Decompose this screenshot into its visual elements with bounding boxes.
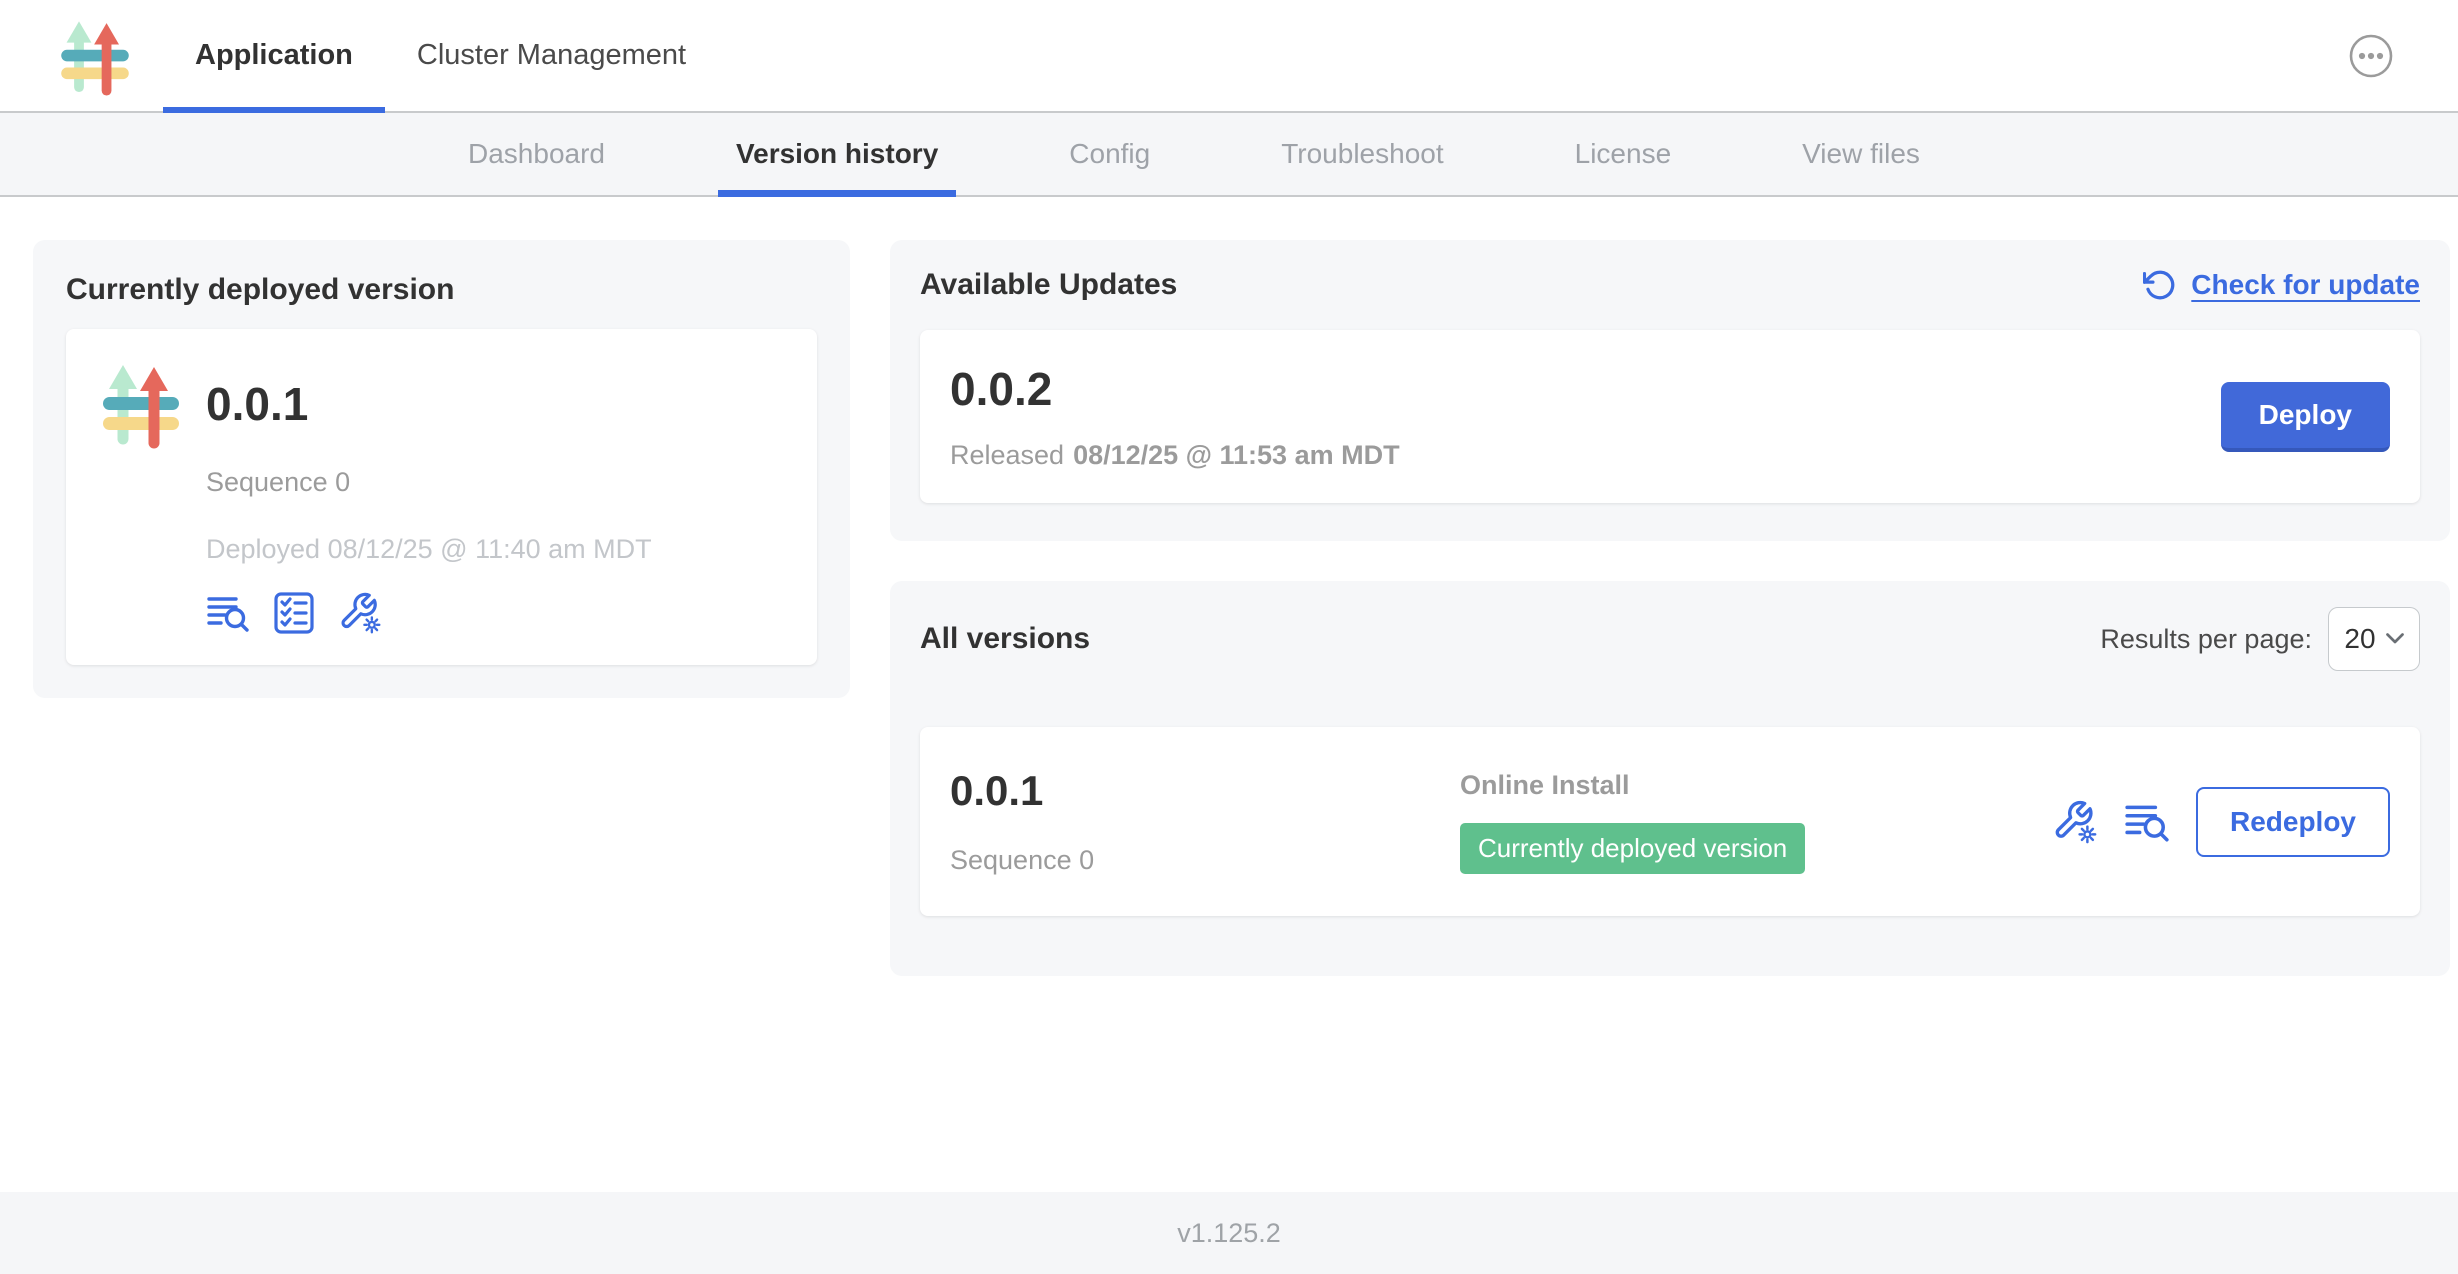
- tab-application[interactable]: Application: [163, 0, 385, 111]
- available-updates-section: Available Updates Check for update 0.0.2: [890, 240, 2450, 541]
- row-install-type: Online Install: [1460, 770, 2052, 801]
- available-updates-title: Available Updates: [920, 268, 1177, 302]
- subnav-version-history[interactable]: Version history: [718, 113, 956, 195]
- check-for-update-link[interactable]: Check for update: [2143, 268, 2420, 302]
- release-notes-icon[interactable]: [206, 591, 250, 635]
- subnav-config[interactable]: Config: [1051, 113, 1168, 195]
- currently-deployed-badge: Currently deployed version: [1460, 823, 1805, 874]
- results-per-page-label: Results per page:: [2100, 624, 2312, 655]
- app-footer: v1.125.2: [0, 1192, 2458, 1274]
- deployed-card-title: Currently deployed version: [66, 273, 817, 307]
- tab-cluster-management[interactable]: Cluster Management: [385, 0, 718, 111]
- app-header: Application Cluster Management: [0, 0, 2458, 113]
- deployed-version-number: 0.0.1: [206, 377, 308, 431]
- deployed-sequence: Sequence 0: [206, 467, 787, 498]
- top-tabs: Application Cluster Management: [163, 0, 718, 111]
- row-version-number: 0.0.1: [950, 767, 1460, 815]
- deploy-button[interactable]: Deploy: [2221, 382, 2390, 452]
- chevron-down-icon: [2386, 633, 2404, 645]
- subnav-dashboard[interactable]: Dashboard: [450, 113, 623, 195]
- subnav-license[interactable]: License: [1557, 113, 1690, 195]
- update-released-timestamp: Released 08/12/25 @ 11:53 am MDT: [950, 440, 1400, 471]
- version-row: 0.0.1 Sequence 0 Online Install Currentl…: [920, 727, 2420, 916]
- main-content: Currently deployed version 0.0.1: [0, 197, 2458, 1192]
- app-logo-icon: [96, 359, 186, 635]
- app-subnav: Dashboard Version history Config Trouble…: [0, 113, 2458, 197]
- ellipsis-menu-icon[interactable]: [2348, 33, 2394, 79]
- deployed-timestamp: Deployed 08/12/25 @ 11:40 am MDT: [206, 534, 787, 565]
- preflight-checks-icon[interactable]: [272, 591, 316, 635]
- update-row: 0.0.2 Released 08/12/25 @ 11:53 am MDT D…: [920, 330, 2420, 503]
- subnav-troubleshoot[interactable]: Troubleshoot: [1263, 113, 1461, 195]
- row-sequence: Sequence 0: [950, 845, 1460, 876]
- deployed-version-card: 0.0.1 Sequence 0 Deployed 08/12/25 @ 11:…: [66, 329, 817, 665]
- release-notes-icon[interactable]: [2124, 799, 2170, 845]
- console-version: v1.125.2: [1177, 1218, 1281, 1249]
- currently-deployed-card: Currently deployed version 0.0.1: [33, 240, 850, 698]
- results-per-page-select[interactable]: 20: [2328, 607, 2420, 671]
- app-logo-icon: [55, 0, 135, 111]
- refresh-icon: [2143, 268, 2177, 302]
- subnav-view-files[interactable]: View files: [1784, 113, 1938, 195]
- config-icon[interactable]: [2052, 799, 2098, 845]
- config-icon[interactable]: [338, 591, 382, 635]
- update-version-number: 0.0.2: [950, 362, 1400, 416]
- redeploy-button[interactable]: Redeploy: [2196, 787, 2390, 857]
- all-versions-section: All versions Results per page: 20 0.0.1 …: [890, 581, 2450, 976]
- all-versions-title: All versions: [920, 622, 1090, 656]
